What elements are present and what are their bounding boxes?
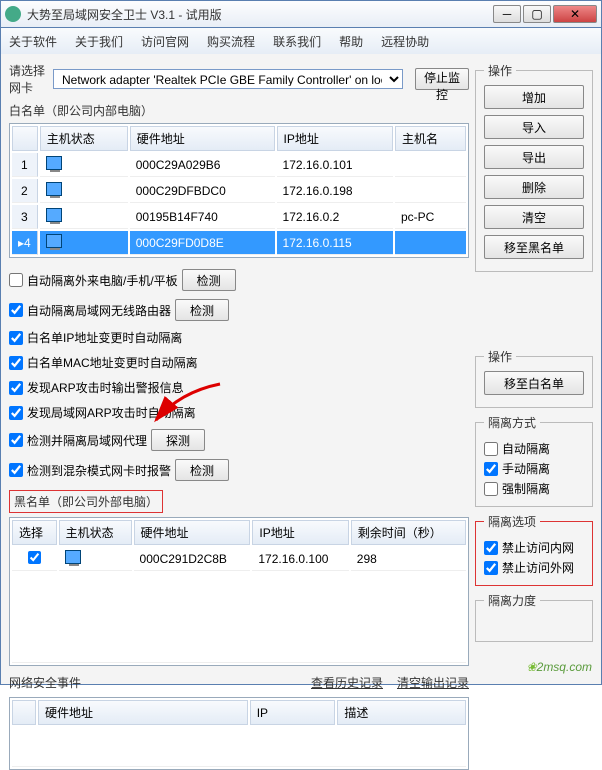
clear-output-link[interactable]: 清空输出记录 <box>397 674 469 691</box>
detect-button[interactable]: 检测 <box>182 269 236 291</box>
col-host[interactable]: 主机名 <box>395 126 466 151</box>
menu-remote[interactable]: 远程协助 <box>381 33 429 50</box>
table-row-selected[interactable]: ▸4000C29FD0D8E172.16.0.115 <box>12 231 466 255</box>
menu-contact[interactable]: 联系我们 <box>273 33 321 50</box>
minimize-button[interactable]: ─ <box>493 5 521 23</box>
chk-proxy[interactable] <box>9 433 23 447</box>
delete-button[interactable]: 删除 <box>484 175 584 199</box>
chk-ip-change[interactable] <box>9 331 23 345</box>
pc-icon <box>46 208 62 222</box>
col-desc[interactable]: 描述 <box>337 700 466 725</box>
import-button[interactable]: 导入 <box>484 115 584 139</box>
chk-force-isolate[interactable] <box>484 482 498 496</box>
events-table: 硬件地址 IP 描述 <box>9 697 469 770</box>
pc-icon <box>46 156 62 170</box>
menu-website[interactable]: 访问官网 <box>141 33 189 50</box>
col-ip[interactable]: IP地址 <box>252 520 348 545</box>
chk-auto-isolate-router[interactable] <box>9 303 23 317</box>
nic-select[interactable]: Network adapter 'Realtek PCIe GBE Family… <box>53 69 403 89</box>
ops2-panel: 操作 移至白名单 <box>475 348 593 408</box>
isolation-mode-panel: 隔离方式 自动隔离 手动隔离 强制隔离 <box>475 414 593 507</box>
col-status[interactable]: 主机状态 <box>59 520 132 545</box>
add-button[interactable]: 增加 <box>484 85 584 109</box>
chk-auto-isolate-ext[interactable] <box>9 273 23 287</box>
chk-block-internal[interactable] <box>484 541 498 555</box>
table-row[interactable]: 300195B14F740172.16.0.2pc-PC <box>12 205 466 229</box>
chk-promisc[interactable] <box>9 463 23 477</box>
close-button[interactable]: ✕ <box>553 5 597 23</box>
events-legend: 网络安全事件 <box>9 674 81 691</box>
menu-about-software[interactable]: 关于软件 <box>9 33 57 50</box>
export-button[interactable]: 导出 <box>484 145 584 169</box>
isolation-options-panel: 隔离选项 禁止访问内网 禁止访问外网 <box>475 513 593 586</box>
window-title: 大势至局域网安全卫士 V3.1 - 试用版 <box>27 6 493 23</box>
pc-icon <box>46 234 62 248</box>
col-ip[interactable]: IP <box>250 700 336 725</box>
to-whitelist-button[interactable]: 移至白名单 <box>484 371 584 395</box>
app-icon <box>5 6 21 22</box>
table-row[interactable]: 2000C29DFBDC0172.16.0.198 <box>12 179 466 203</box>
col-status[interactable]: 主机状态 <box>40 126 128 151</box>
nic-label: 请选择网卡 <box>9 62 47 96</box>
detect-promisc-button[interactable]: 检测 <box>175 459 229 481</box>
chk-mac-change[interactable] <box>9 356 23 370</box>
col-mac[interactable]: 硬件地址 <box>38 700 248 725</box>
chk-arp-alert[interactable] <box>9 381 23 395</box>
chk-auto-isolate[interactable] <box>484 442 498 456</box>
whitelist-legend: 白名单（即公司内部电脑） <box>9 102 469 119</box>
col-mac[interactable]: 硬件地址 <box>130 126 275 151</box>
menu-purchase[interactable]: 购买流程 <box>207 33 255 50</box>
blacklist-table: 选择 主机状态 硬件地址 IP地址 剩余时间（秒） 000C291D2C8B17… <box>9 517 469 666</box>
chk-block-external[interactable] <box>484 561 498 575</box>
detect-router-button[interactable]: 检测 <box>175 299 229 321</box>
clear-button[interactable]: 清空 <box>484 205 584 229</box>
menubar: 关于软件 关于我们 访问官网 购买流程 联系我们 帮助 远程协助 <box>0 28 602 54</box>
to-blacklist-button[interactable]: 移至黑名单 <box>484 235 584 259</box>
menu-help[interactable]: 帮助 <box>339 33 363 50</box>
pc-icon <box>46 182 62 196</box>
chk-arp-isolate[interactable] <box>9 406 23 420</box>
col-time[interactable]: 剩余时间（秒） <box>351 520 466 545</box>
col-select[interactable]: 选择 <box>12 520 57 545</box>
maximize-button[interactable]: ▢ <box>523 5 551 23</box>
ops-panel: 操作 增加 导入 导出 删除 清空 移至黑名单 <box>475 62 593 272</box>
watermark: ❀2msq.com <box>527 654 592 677</box>
col-ip[interactable]: IP地址 <box>277 126 393 151</box>
pc-icon <box>65 550 81 564</box>
probe-button[interactable]: 探测 <box>151 429 205 451</box>
blacklist-legend: 黑名单（即公司外部电脑） <box>9 490 163 513</box>
whitelist-table: 主机状态 硬件地址 IP地址 主机名 1000C29A029B6172.16.0… <box>9 123 469 258</box>
col-mac[interactable]: 硬件地址 <box>134 520 251 545</box>
table-row[interactable]: 1000C29A029B6172.16.0.101 <box>12 153 466 177</box>
isolation-power-panel: 隔离力度 <box>475 592 593 642</box>
chk-manual-isolate[interactable] <box>484 462 498 476</box>
history-link[interactable]: 查看历史记录 <box>311 674 383 691</box>
menu-about-us[interactable]: 关于我们 <box>75 33 123 50</box>
row-checkbox[interactable] <box>28 551 41 564</box>
stop-monitor-button[interactable]: 停止监控 <box>415 68 469 90</box>
table-row[interactable]: 000C291D2C8B172.16.0.100298 <box>12 547 466 571</box>
titlebar: 大势至局域网安全卫士 V3.1 - 试用版 ─ ▢ ✕ <box>0 0 602 28</box>
